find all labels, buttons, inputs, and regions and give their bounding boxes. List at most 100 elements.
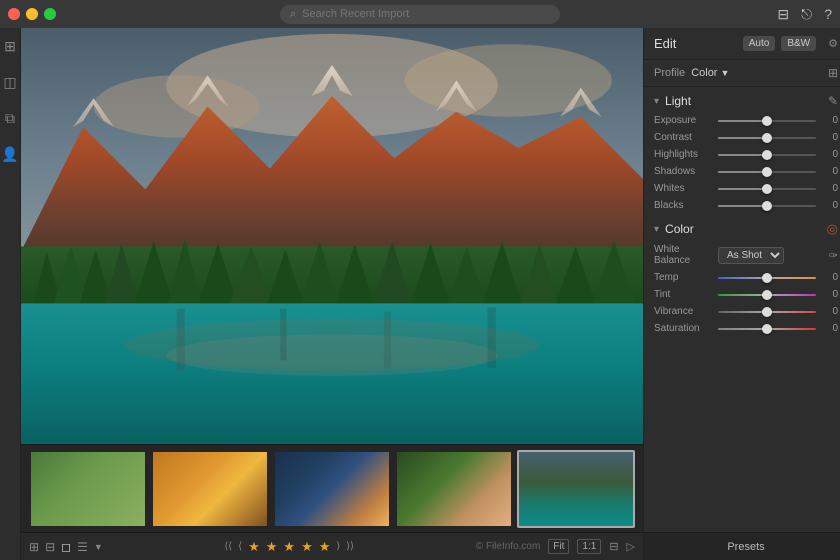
contrast-row: Contrast 0 xyxy=(644,129,840,146)
main-photo xyxy=(21,28,643,444)
titlebar-right: ⊟ ⎋ ? xyxy=(777,6,832,23)
search-input[interactable] xyxy=(302,8,550,20)
whites-slider[interactable] xyxy=(718,188,816,190)
shadows-value: 0 xyxy=(822,166,838,177)
light-section-title: Light xyxy=(665,94,691,108)
star-4[interactable]: ★ xyxy=(301,539,313,555)
titlebar: ⌕ ⊟ ⎋ ? xyxy=(0,0,840,28)
shadows-row: Shadows 0 xyxy=(644,163,840,180)
right-outer: Edit Auto B&W ⚙ Profile Color ▼ ⊞ ▾ xyxy=(643,28,840,560)
bottom-center: ⟨⟨ ⟨ ★ ★ ★ ★ ★ ⟩ ⟩⟩ xyxy=(111,539,468,555)
shadows-slider[interactable] xyxy=(718,171,816,173)
search-icon: ⌕ xyxy=(290,8,296,21)
whites-value: 0 xyxy=(822,183,838,194)
bottom-right: © FileInfo.com Fit 1:1 ⊟ ▷ xyxy=(476,539,635,554)
light-section-header: ▾ Light ✎ xyxy=(644,87,840,112)
help-icon[interactable]: ? xyxy=(824,6,832,22)
prev-single-button[interactable]: ⟨ xyxy=(238,541,242,552)
filter-icon[interactable]: ⊟ xyxy=(777,6,789,23)
white-balance-row: White Balance As Shot ✑ xyxy=(644,241,840,269)
sidebar-icon-loupe[interactable]: ◫ xyxy=(0,72,20,92)
blacks-slider[interactable] xyxy=(718,205,816,207)
small-grid-button[interactable]: ⊟ xyxy=(45,540,55,554)
maximize-button[interactable] xyxy=(44,8,56,20)
star-5[interactable]: ★ xyxy=(319,539,331,555)
edit-header: Edit Auto B&W ⚙ xyxy=(644,28,840,60)
main-layout: ⊞ ◫ ⧉ 👤 xyxy=(0,28,840,560)
list-view-button[interactable]: ☰ xyxy=(77,540,88,554)
color-target-icon[interactable]: ◎ xyxy=(827,221,838,237)
star-3[interactable]: ★ xyxy=(283,539,295,555)
tint-slider[interactable] xyxy=(718,294,816,296)
light-toggle[interactable]: ▾ xyxy=(654,96,659,107)
profile-label: Profile xyxy=(654,67,685,79)
filmstrip-thumb-1[interactable] xyxy=(29,450,147,528)
info-icon[interactable]: ⊟ xyxy=(609,540,618,553)
whites-row: Whites 0 xyxy=(644,180,840,197)
exposure-slider[interactable] xyxy=(718,120,816,122)
photo-area xyxy=(21,28,643,444)
sidebar-icon-compare[interactable]: ⧉ xyxy=(0,108,20,128)
filmstrip-thumb-2[interactable] xyxy=(151,450,269,528)
white-balance-select[interactable]: As Shot xyxy=(718,247,784,264)
profile-row: Profile Color ▼ ⊞ xyxy=(644,60,840,87)
eyedropper-icon[interactable]: ✑ xyxy=(829,249,838,262)
presets-bar[interactable]: Presets xyxy=(644,532,840,560)
copyright-text: © FileInfo.com xyxy=(476,541,541,552)
center-content: ⊞ ⊟ ◻ ☰ ▼ ⟨⟨ ⟨ ★ ★ ★ ★ ★ ⟩ ⟩⟩ © FileInfo… xyxy=(21,28,643,560)
loupe-view-button[interactable]: ◻ xyxy=(61,540,71,554)
bw-button[interactable]: B&W xyxy=(781,36,816,51)
search-bar[interactable]: ⌕ xyxy=(280,5,560,24)
temp-slider[interactable] xyxy=(718,277,816,279)
sidebar-icon-people[interactable]: 👤 xyxy=(0,144,20,164)
ratio-label[interactable]: 1:1 xyxy=(577,539,601,554)
edit-panel-container: Edit Auto B&W ⚙ Profile Color ▼ ⊞ ▾ xyxy=(643,28,840,560)
contrast-slider[interactable] xyxy=(718,137,816,139)
profile-value[interactable]: Color ▼ xyxy=(691,67,729,79)
prev-button[interactable]: ⟨⟨ xyxy=(224,541,232,552)
bottom-bar: ⊞ ⊟ ◻ ☰ ▼ ⟨⟨ ⟨ ★ ★ ★ ★ ★ ⟩ ⟩⟩ © FileInfo… xyxy=(21,532,643,560)
highlights-value: 0 xyxy=(822,149,838,160)
share-icon[interactable]: ⎋ xyxy=(801,6,812,23)
color-section-title: Color xyxy=(665,222,694,236)
whites-label: Whites xyxy=(654,183,712,194)
edit-header-buttons: Auto B&W xyxy=(743,36,816,51)
grid-view-button[interactable]: ⊞ xyxy=(29,540,39,554)
settings-icon[interactable]: ⚙ xyxy=(828,37,838,50)
blacks-value: 0 xyxy=(822,200,838,211)
filmstrip-thumb-4[interactable] xyxy=(395,450,513,528)
saturation-slider[interactable] xyxy=(718,328,816,330)
vibrance-slider[interactable] xyxy=(718,311,816,313)
light-reset-icon[interactable]: ✎ xyxy=(828,94,838,108)
star-1[interactable]: ★ xyxy=(248,539,260,555)
slideshow-icon[interactable]: ▷ xyxy=(627,540,635,553)
blacks-row: Blacks 0 xyxy=(644,197,840,214)
tint-value: 0 xyxy=(822,289,838,300)
color-toggle[interactable]: ▾ xyxy=(654,224,659,235)
sort-button[interactable]: ▼ xyxy=(94,542,103,552)
blacks-label: Blacks xyxy=(654,200,712,211)
next-button[interactable]: ⟩⟩ xyxy=(346,541,354,552)
sidebar-icon-library[interactable]: ⊞ xyxy=(0,36,20,56)
next-single-button[interactable]: ⟩ xyxy=(336,541,340,552)
vibrance-value: 0 xyxy=(822,306,838,317)
fit-label[interactable]: Fit xyxy=(548,539,569,554)
close-button[interactable] xyxy=(8,8,20,20)
star-2[interactable]: ★ xyxy=(266,539,278,555)
highlights-slider[interactable] xyxy=(718,154,816,156)
traffic-lights xyxy=(8,8,56,20)
temp-value: 0 xyxy=(822,272,838,283)
exposure-label: Exposure xyxy=(654,115,712,126)
shadows-label: Shadows xyxy=(654,166,712,177)
filmstrip-thumb-5[interactable] xyxy=(517,450,635,528)
left-sidebar: ⊞ ◫ ⧉ 👤 xyxy=(0,28,21,560)
saturation-label: Saturation xyxy=(654,323,712,334)
minimize-button[interactable] xyxy=(26,8,38,20)
temp-label: Temp xyxy=(654,272,712,283)
filmstrip-thumb-3[interactable] xyxy=(273,450,391,528)
auto-button[interactable]: Auto xyxy=(743,36,776,51)
contrast-value: 0 xyxy=(822,132,838,143)
tint-row: Tint 0 xyxy=(644,286,840,303)
profile-grid-icon[interactable]: ⊞ xyxy=(828,66,838,80)
saturation-value: 0 xyxy=(822,323,838,334)
